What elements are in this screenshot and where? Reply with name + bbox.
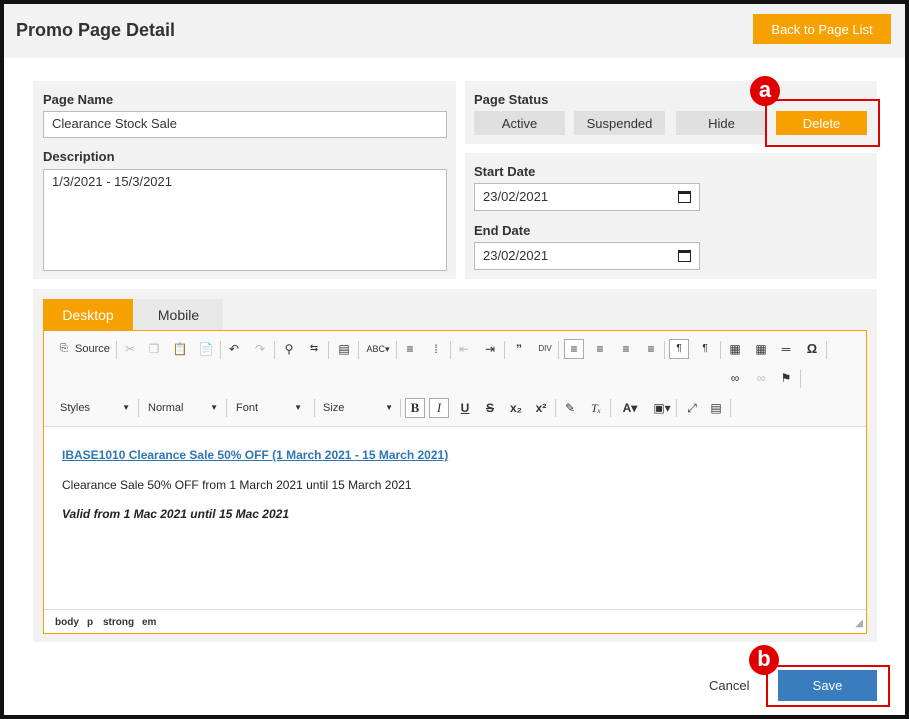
- editor-statusbar: body p strong em ◢: [44, 609, 866, 633]
- remove-format-icon[interactable]: Tₓ: [586, 399, 606, 419]
- bold-icon[interactable]: B: [405, 398, 425, 418]
- start-date-label: Start Date: [474, 164, 536, 179]
- paste-icon[interactable]: 📋: [170, 340, 190, 360]
- path-item[interactable]: strong: [103, 617, 134, 628]
- copy-icon[interactable]: ❐: [144, 340, 164, 360]
- select-all-icon[interactable]: ▤: [334, 340, 354, 360]
- marker-a: a: [750, 76, 780, 106]
- content-link[interactable]: IBASE1010 Clearance Sale 50% OFF (1 Marc…: [62, 448, 448, 462]
- background-color-icon[interactable]: ▣▾: [648, 399, 676, 419]
- bulleted-list-icon[interactable]: ⁞: [426, 340, 446, 360]
- status-hide-button[interactable]: Hide: [676, 111, 767, 135]
- calendar-icon[interactable]: [678, 191, 691, 203]
- source-button-label[interactable]: Source: [75, 343, 110, 355]
- special-char-icon[interactable]: Ω: [802, 340, 822, 360]
- align-right-icon[interactable]: ≡: [616, 340, 636, 360]
- chevron-down-icon: ▼: [385, 403, 393, 412]
- indent-icon[interactable]: ⇥: [480, 340, 500, 360]
- undo-icon[interactable]: ↶: [224, 340, 244, 360]
- cut-icon[interactable]: ✂: [120, 340, 140, 360]
- image-icon[interactable]: ▦: [725, 340, 745, 360]
- strikethrough-icon[interactable]: S: [480, 399, 500, 419]
- replace-icon[interactable]: ⇆: [304, 340, 324, 360]
- calendar-icon[interactable]: [678, 250, 691, 262]
- unlink-icon[interactable]: ∞: [751, 369, 771, 389]
- anchor-flag-icon[interactable]: ⚑: [776, 369, 796, 389]
- end-date-value: 23/02/2021: [483, 248, 549, 263]
- outdent-icon[interactable]: ⇤: [454, 340, 474, 360]
- font-dropdown-label: Font: [236, 402, 259, 414]
- page-title: Promo Page Detail: [16, 20, 176, 40]
- start-date-input[interactable]: 23/02/2021: [474, 183, 700, 211]
- highlight-box-b: [766, 665, 890, 707]
- styles-dropdown[interactable]: Styles ▼: [60, 397, 130, 419]
- spellcheck-icon[interactable]: ABC▾: [364, 340, 392, 360]
- status-active-button[interactable]: Active: [474, 111, 565, 135]
- chevron-down-icon: ▼: [122, 403, 130, 412]
- size-dropdown-label: Size: [323, 402, 345, 414]
- marker-b: b: [749, 645, 779, 675]
- redo-icon[interactable]: ↷: [250, 340, 270, 360]
- cancel-button[interactable]: Cancel: [709, 678, 749, 693]
- page-name-input[interactable]: Clearance Stock Sale: [43, 111, 447, 138]
- format-dropdown-label: Normal: [148, 402, 184, 414]
- content-paragraph[interactable]: Clearance Sale 50% OFF from 1 March 2021…: [62, 478, 412, 492]
- description-label: Description: [43, 149, 115, 164]
- align-center-icon[interactable]: ≡: [590, 340, 610, 360]
- text-direction-ltr-icon[interactable]: ¶: [669, 339, 689, 359]
- path-item[interactable]: em: [142, 617, 156, 628]
- path-item[interactable]: p: [87, 617, 93, 628]
- copy-format-icon[interactable]: ✎: [560, 399, 580, 419]
- font-dropdown[interactable]: Font ▼: [236, 397, 302, 419]
- div-container-icon[interactable]: DIV: [535, 340, 555, 360]
- content-emphasis[interactable]: Valid from 1 Mac 2021 until 15 Mac 2021: [62, 507, 289, 521]
- highlight-box-a: [765, 99, 880, 147]
- chevron-down-icon: ▼: [294, 403, 302, 412]
- format-dropdown[interactable]: Normal ▼: [148, 397, 218, 419]
- source-icon[interactable]: ⎘: [54, 340, 74, 360]
- start-date-value: 23/02/2021: [483, 189, 549, 204]
- chevron-down-icon: ▼: [210, 403, 218, 412]
- subscript-icon[interactable]: x₂: [506, 399, 526, 419]
- tab-mobile[interactable]: Mobile: [134, 299, 223, 331]
- back-to-page-list-button[interactable]: Back to Page List: [753, 14, 891, 44]
- text-color-icon[interactable]: A▾: [616, 399, 644, 419]
- size-dropdown[interactable]: Size ▼: [323, 397, 393, 419]
- maximize-icon[interactable]: ⤢: [682, 399, 702, 419]
- superscript-icon[interactable]: x²: [531, 399, 551, 419]
- numbered-list-icon[interactable]: ≡: [400, 340, 420, 360]
- editor-toolbar: ⎘ Source ✂ ❐ 📋 📄 ↶ ↷ ⚲ ⇆ ▤ ABC▾ ≡ ⁞ ⇤ ⇥ …: [44, 331, 866, 427]
- align-left-icon[interactable]: ≡: [564, 339, 584, 359]
- table-icon[interactable]: ▦: [751, 340, 771, 360]
- description-textarea[interactable]: 1/3/2021 - 15/3/2021: [43, 169, 447, 271]
- underline-icon[interactable]: U: [455, 399, 475, 419]
- link-icon[interactable]: ∞: [725, 369, 745, 389]
- path-item[interactable]: body: [55, 617, 79, 628]
- text-direction-rtl-icon[interactable]: ¶: [695, 340, 715, 360]
- paste-text-icon[interactable]: 📄: [196, 340, 216, 360]
- rich-text-editor: ⎘ Source ✂ ❐ 📋 📄 ↶ ↷ ⚲ ⇆ ▤ ABC▾ ≡ ⁞ ⇤ ⇥ …: [43, 330, 867, 634]
- page-status-label: Page Status: [474, 92, 549, 107]
- end-date-label: End Date: [474, 223, 531, 238]
- blockquote-icon[interactable]: ”: [509, 340, 529, 360]
- show-blocks-icon[interactable]: ▤: [706, 399, 726, 419]
- styles-dropdown-label: Styles: [60, 402, 90, 414]
- resize-handle-icon[interactable]: ◢: [855, 618, 863, 629]
- justify-icon[interactable]: ≡: [641, 340, 661, 360]
- end-date-input[interactable]: 23/02/2021: [474, 242, 700, 270]
- status-suspended-button[interactable]: Suspended: [574, 111, 665, 135]
- italic-icon[interactable]: I: [429, 398, 449, 418]
- horizontal-line-icon[interactable]: ═: [776, 340, 796, 360]
- tab-desktop[interactable]: Desktop: [43, 299, 133, 331]
- page-name-label: Page Name: [43, 92, 114, 107]
- find-icon[interactable]: ⚲: [279, 340, 299, 360]
